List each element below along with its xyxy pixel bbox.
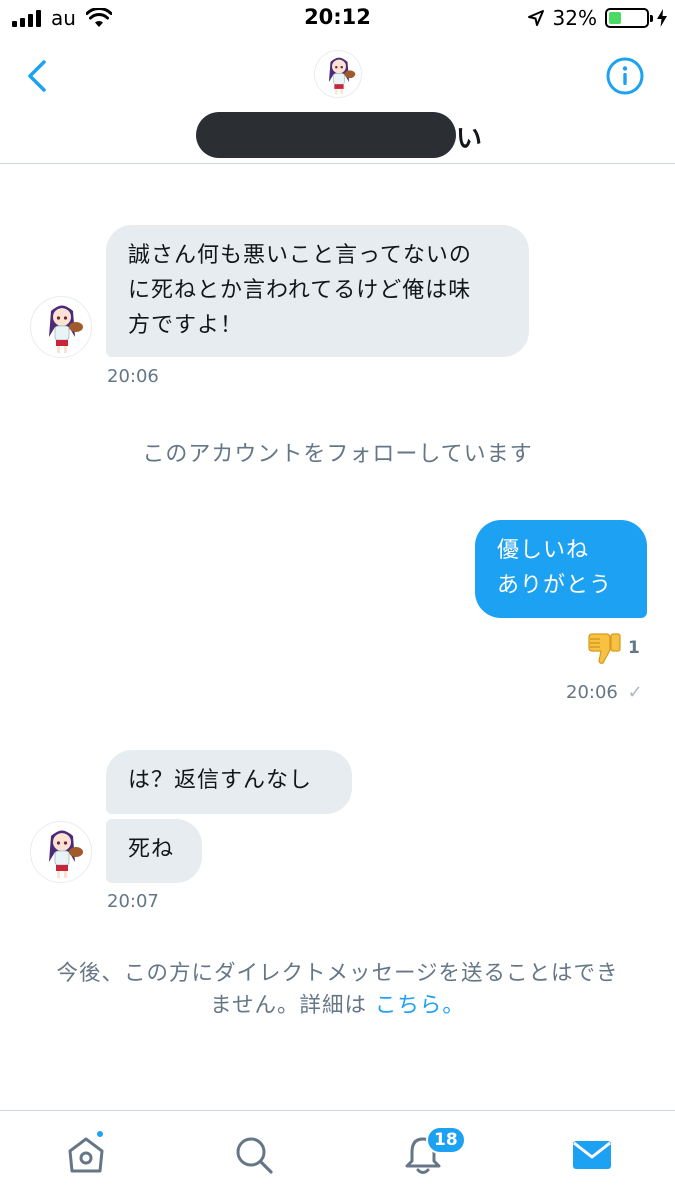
conversation-header: い — [0, 40, 675, 164]
read-check-icon: ✓ — [627, 682, 643, 703]
search-icon[interactable] — [232, 1133, 276, 1177]
notifications-badge: 18 — [426, 1126, 466, 1154]
message-line: に死ねとか言われてるけど俺は味 — [128, 278, 472, 303]
reaction-count: 1 — [628, 638, 640, 658]
battery-percent: 32% — [552, 6, 597, 30]
message-bubble-incoming[interactable]: 誠さん何も悪いこと言ってないの に死ねとか言われてるけど俺は味 方ですよ！ — [106, 225, 529, 357]
notice-line: 今後、この方にダイレクトメッセージを送ることはでき — [56, 961, 619, 986]
dm-blocked-notice: 今後、この方にダイレクトメッセージを送ることはでき ません。詳細は こちら。 — [10, 958, 665, 1022]
back-chevron-icon[interactable] — [20, 56, 56, 96]
notice-line: ません。詳細は こちら。 — [10, 990, 665, 1022]
anime-character-avatar-image — [31, 297, 91, 357]
message-timestamp: 20:06 — [107, 366, 159, 387]
thumbs-down-emoji-icon — [588, 633, 621, 664]
header-avatar[interactable] — [314, 50, 362, 98]
anime-character-avatar-image — [31, 822, 91, 882]
message-bubble-outgoing[interactable]: 優しいね ありがとう — [475, 520, 647, 618]
redacted-name-bar — [196, 112, 456, 158]
charging-bolt-icon — [657, 9, 667, 27]
message-line: 誠さん何も悪いこと言ってないの — [128, 243, 472, 268]
battery-icon — [605, 8, 653, 28]
message-line: 方ですよ！ — [128, 313, 244, 338]
conversation-title-suffix: い — [456, 124, 483, 154]
tab-bar — [0, 1110, 675, 1200]
message-timestamp: 20:06 ✓ — [566, 682, 643, 703]
following-notice: このアカウントをフォローしています — [142, 442, 533, 467]
message-text: 死ね — [128, 837, 175, 862]
battery-level — [609, 12, 621, 24]
message-text: は？返信すんなし — [128, 768, 313, 793]
message-timestamp: 20:07 — [107, 891, 159, 912]
sender-avatar[interactable] — [30, 821, 92, 883]
anime-character-avatar-image — [315, 51, 361, 97]
sender-avatar[interactable] — [30, 296, 92, 358]
message-line: ありがとう — [497, 573, 613, 598]
message-bubble-incoming[interactable]: は？返信すんなし — [106, 750, 352, 814]
location-arrow-icon — [527, 10, 544, 26]
message-time: 20:06 — [566, 682, 618, 703]
notice-text: ません。詳細は — [210, 993, 367, 1018]
messages-icon[interactable] — [570, 1133, 614, 1177]
message-line: 優しいね — [497, 538, 590, 563]
home-icon[interactable] — [64, 1133, 108, 1177]
message-reaction[interactable]: 1 — [586, 630, 640, 666]
conversation-title: い — [190, 110, 490, 160]
status-bar: au 20:12 32% — [0, 0, 675, 40]
message-bubble-incoming[interactable]: 死ね — [106, 819, 202, 883]
info-icon[interactable] — [605, 56, 645, 96]
details-link[interactable]: こちら。 — [375, 993, 465, 1018]
home-new-activity-dot — [95, 1129, 105, 1139]
